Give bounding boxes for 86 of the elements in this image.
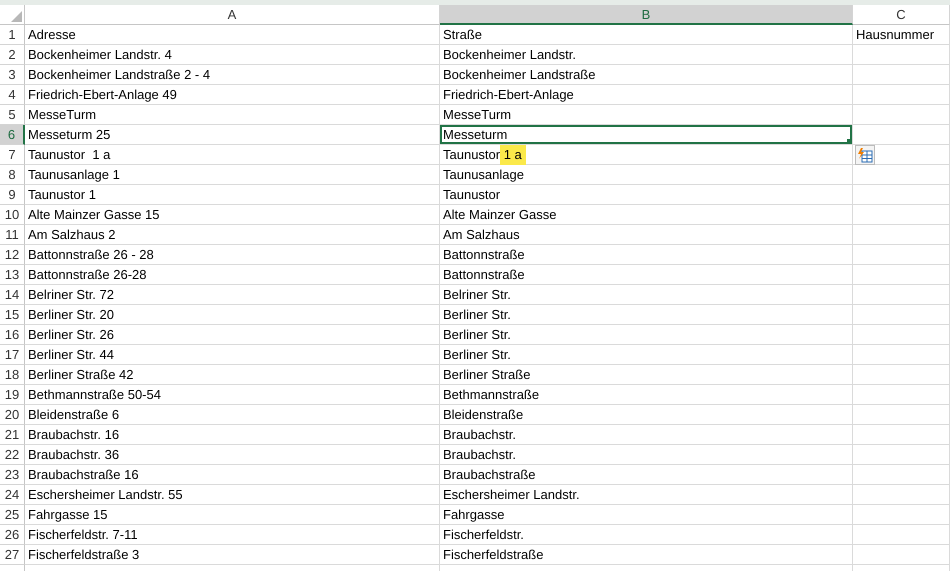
row-header[interactable]: 22 bbox=[0, 445, 25, 465]
row-header[interactable]: 20 bbox=[0, 405, 25, 425]
table-cell: Berliner Straße 42 bbox=[25, 365, 440, 385]
row-header[interactable]: 23 bbox=[0, 465, 25, 485]
row-header[interactable]: 27 bbox=[0, 545, 25, 565]
column-header[interactable]: A bbox=[25, 5, 440, 25]
flash-fill-options-icon[interactable] bbox=[855, 144, 875, 164]
row-header[interactable]: 6 bbox=[0, 125, 25, 145]
table-cell: Fahrgasse bbox=[440, 505, 853, 525]
table-cell: Braubachstr. bbox=[440, 425, 853, 445]
row-header[interactable]: 9 bbox=[0, 185, 25, 205]
row-header[interactable]: 26 bbox=[0, 525, 25, 545]
row-header[interactable]: 14 bbox=[0, 285, 25, 305]
row-header[interactable]: 17 bbox=[0, 345, 25, 365]
table-cell: Berliner Str. 20 bbox=[25, 305, 440, 325]
row-header[interactable]: 8 bbox=[0, 165, 25, 185]
row-header[interactable]: 4 bbox=[0, 85, 25, 105]
column-header[interactable]: C bbox=[853, 5, 950, 25]
table-cell: Bethmannstraße bbox=[440, 385, 853, 405]
row-header[interactable]: 18 bbox=[0, 365, 25, 385]
row-header[interactable]: 10 bbox=[0, 205, 25, 225]
row-header[interactable]: 7 bbox=[0, 145, 25, 165]
table-cell: Berliner Straße bbox=[440, 365, 853, 385]
row-header[interactable]: 25 bbox=[0, 505, 25, 525]
table-cell: Berliner Str. bbox=[440, 305, 853, 325]
table-cell: Fischerfeldstr. 7-11 bbox=[25, 525, 440, 545]
table-cell: Adresse bbox=[25, 25, 440, 45]
table-cell: Taunusanlage bbox=[440, 165, 853, 185]
table-cell: Braubachstraße 16 bbox=[25, 465, 440, 485]
table-cell: Berliner Str. bbox=[440, 345, 853, 365]
table-cell: Messeturm 25 bbox=[25, 125, 440, 145]
row-header[interactable]: 3 bbox=[0, 65, 25, 85]
table-cell: MesseTurm bbox=[440, 105, 853, 125]
table-cell: Taunustor bbox=[440, 185, 853, 205]
table-cell: Taunusanlage 1 bbox=[25, 165, 440, 185]
table-cell: Bleidenstraße bbox=[440, 405, 853, 425]
table-cell: Battonnstraße bbox=[440, 265, 853, 285]
table-cell: Hausnummer bbox=[853, 25, 950, 45]
table-cell: Am Salzhaus bbox=[440, 225, 853, 245]
table-cell: Bockenheimer Landstr. 4 bbox=[25, 45, 440, 65]
table-cell: Straße bbox=[440, 25, 853, 45]
table-cell: Braubachstr. 36 bbox=[25, 445, 440, 465]
table-cell: Alte Mainzer Gasse bbox=[440, 205, 853, 225]
table-cell: Fahrgasse 15 bbox=[25, 505, 440, 525]
table-cell: MesseTurm bbox=[25, 105, 440, 125]
table-cell: Belriner Str. bbox=[440, 285, 853, 305]
row-header[interactable]: 13 bbox=[0, 265, 25, 285]
table-cell: Friedrich-Ebert-Anlage 49 bbox=[25, 85, 440, 105]
table-cell: Berliner Str. bbox=[440, 325, 853, 345]
table-cell: Taunustor 1 a bbox=[25, 145, 440, 165]
row-header[interactable]: 12 bbox=[0, 245, 25, 265]
row-header[interactable]: 1 bbox=[0, 25, 25, 45]
table-cell: Berliner Str. 26 bbox=[25, 325, 440, 345]
table-cell: Bockenheimer Landstr. bbox=[440, 45, 853, 65]
table-cell: Fischerfeldstraße bbox=[440, 545, 853, 565]
row-header[interactable]: 19 bbox=[0, 385, 25, 405]
table-cell: Braubachstraße bbox=[440, 465, 853, 485]
row-header[interactable]: 24 bbox=[0, 485, 25, 505]
table-cell: Am Salzhaus 2 bbox=[25, 225, 440, 245]
row-header[interactable]: 15 bbox=[0, 305, 25, 325]
table-cell: Alte Mainzer Gasse 15 bbox=[25, 205, 440, 225]
row-header[interactable]: 5 bbox=[0, 105, 25, 125]
column-header[interactable]: B bbox=[440, 5, 853, 25]
table-cell: Belriner Str. 72 bbox=[25, 285, 440, 305]
table-cell: Bockenheimer Landstraße bbox=[440, 65, 853, 85]
table-cell: Braubachstr. 16 bbox=[25, 425, 440, 445]
row-header[interactable]: 21 bbox=[0, 425, 25, 445]
row-header[interactable]: 2 bbox=[0, 45, 25, 65]
table-cell: Friedrich-Ebert-Anlage bbox=[440, 85, 853, 105]
row-header[interactable]: 16 bbox=[0, 325, 25, 345]
row-header[interactable]: 11 bbox=[0, 225, 25, 245]
table-cell: Battonnstraße 26-28 bbox=[25, 265, 440, 285]
table-cell: Eschersheimer Landstr. bbox=[440, 485, 853, 505]
table-cell: Bleidenstraße 6 bbox=[25, 405, 440, 425]
table-cell: Bockenheimer Landstraße 2 - 4 bbox=[25, 65, 440, 85]
table-cell: Taunustor 1 bbox=[25, 185, 440, 205]
table-cell: Braubachstr. bbox=[440, 445, 853, 465]
table-cell: Taunustor 1 a bbox=[440, 145, 853, 165]
table-cell: Fischerfeldstr. bbox=[440, 525, 853, 545]
table-cell: Berliner Str. 44 bbox=[25, 345, 440, 365]
table-cell: Eschersheimer Landstr. 55 bbox=[25, 485, 440, 505]
table-cell: Bethmannstraße 50-54 bbox=[25, 385, 440, 405]
table-cell: Messeturm bbox=[440, 125, 853, 145]
table-cell: Fischerfeldstraße 3 bbox=[25, 545, 440, 565]
table-cell: Battonnstraße 26 - 28 bbox=[25, 245, 440, 265]
table-cell: Battonnstraße bbox=[440, 245, 853, 265]
